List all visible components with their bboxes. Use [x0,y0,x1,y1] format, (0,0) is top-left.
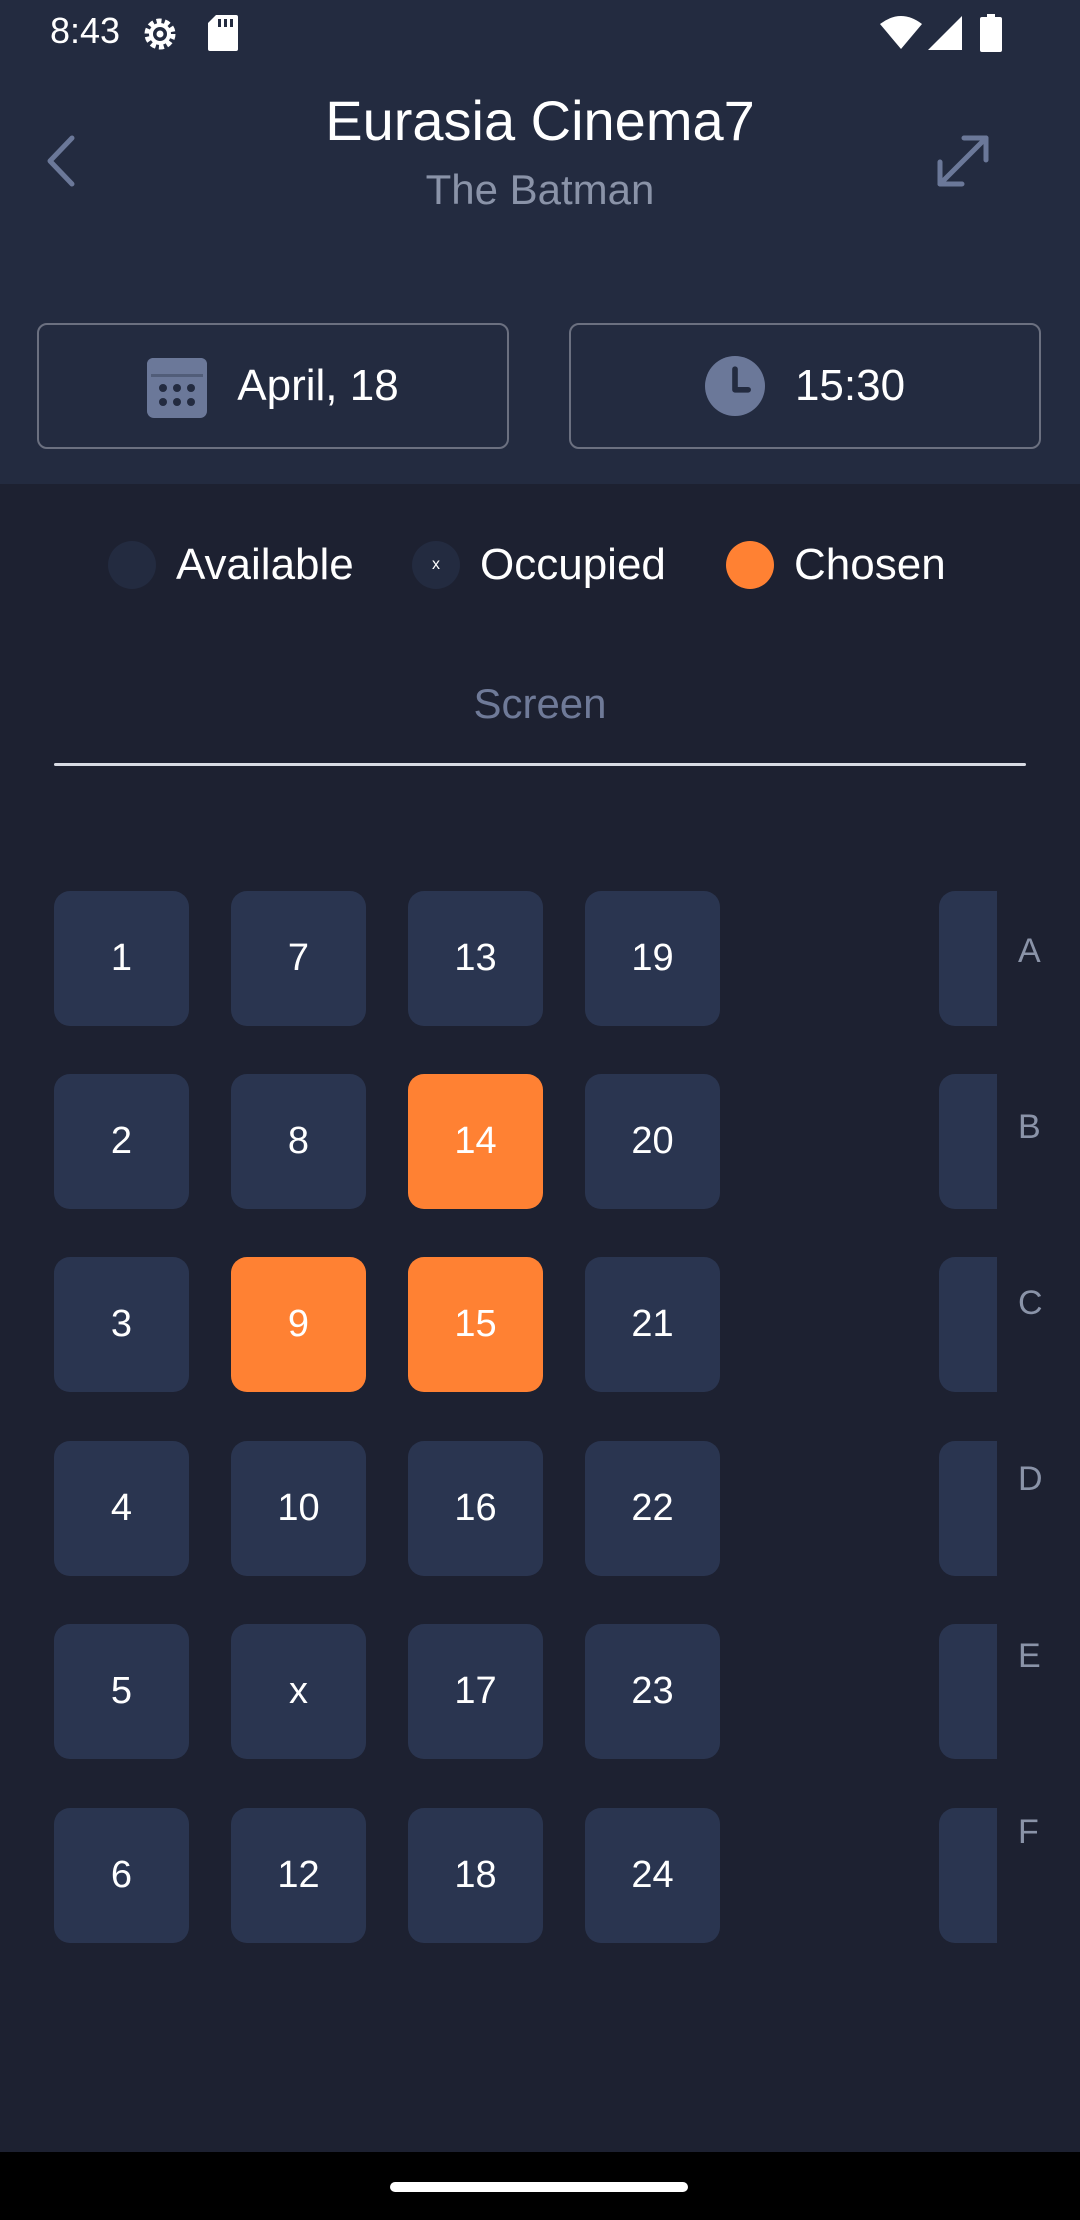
movie-subtitle: The Batman [425,166,655,213]
seat[interactable]: 20 [585,1074,720,1209]
time-picker-button[interactable]: 15:30 [569,323,1041,449]
seat[interactable]: 3 [939,1624,997,1759]
seat-legend: Available x Occupied Chosen [0,535,1080,595]
seat[interactable]: 3 [939,1808,997,1943]
seat[interactable]: 3 [939,891,997,1026]
signal-icon [928,16,962,50]
legend-available: Available [108,535,354,595]
row-label: A [1018,932,1041,970]
navigation-bar [0,2152,1080,2220]
row-label: E [1018,1637,1041,1675]
seat[interactable]: 14 [408,1074,543,1209]
seat[interactable]: 22 [585,1441,720,1576]
seat[interactable]: 10 [231,1441,366,1576]
screen-line [54,763,1026,766]
expand-icon[interactable] [928,126,998,196]
seat[interactable]: 3 [939,1074,997,1209]
seat[interactable]: 12 [231,1808,366,1943]
seat[interactable]: 3 [939,1257,997,1392]
row-label: B [1018,1108,1041,1146]
seat-occupied[interactable]: x [231,1624,366,1759]
occupied-dot: x [412,541,460,589]
battery-icon [980,14,1002,52]
seat[interactable]: 9 [231,1257,366,1392]
seat[interactable]: 5 [54,1624,189,1759]
date-value: April, 18 [237,361,399,410]
date-picker-button[interactable]: April, 18 [37,323,509,449]
available-dot [108,541,156,589]
status-time: 8:43 [50,10,121,51]
status-bar: 8:43 [0,0,1080,66]
clock-icon [704,356,765,416]
settings-gear-icon [144,18,176,50]
screen-label: Screen [473,680,607,727]
row-label: D [1018,1460,1043,1498]
legend-label: Chosen [794,540,946,589]
cinema-title: Eurasia Cinema7 [325,89,755,152]
seat[interactable]: 4 [54,1441,189,1576]
seat[interactable]: 13 [408,891,543,1026]
row-label: F [1018,1813,1039,1851]
seat[interactable]: 15 [408,1257,543,1392]
legend-chosen: Chosen [726,535,946,595]
header: 8:43 Eurasia Cinema7 The Batman April, 1… [0,0,1080,484]
legend-label: Occupied [480,540,666,589]
row-label: C [1018,1284,1043,1322]
seat[interactable]: 21 [585,1257,720,1392]
seat[interactable]: 23 [585,1624,720,1759]
seat[interactable]: 3 [54,1257,189,1392]
seat[interactable]: 17 [408,1624,543,1759]
seat[interactable]: 3 [939,1441,997,1576]
chosen-dot [726,541,774,589]
seat[interactable]: 18 [408,1808,543,1943]
time-value: 15:30 [794,361,906,410]
seat-grid: 12345678910x1213141516171819202122232433… [0,880,997,1960]
seat[interactable]: 1 [54,891,189,1026]
legend-label: Available [176,540,354,589]
seat[interactable]: 24 [585,1808,720,1943]
legend-occupied: x Occupied [412,535,666,595]
seat[interactable]: 16 [408,1441,543,1576]
sd-card-icon [208,15,238,51]
wifi-icon [880,16,922,49]
seat[interactable]: 19 [585,891,720,1026]
seat[interactable]: 8 [231,1074,366,1209]
seat[interactable]: 6 [54,1808,189,1943]
seat[interactable]: 7 [231,891,366,1026]
seat[interactable]: 2 [54,1074,189,1209]
home-indicator[interactable] [390,2182,688,2192]
calendar-icon [147,358,208,418]
